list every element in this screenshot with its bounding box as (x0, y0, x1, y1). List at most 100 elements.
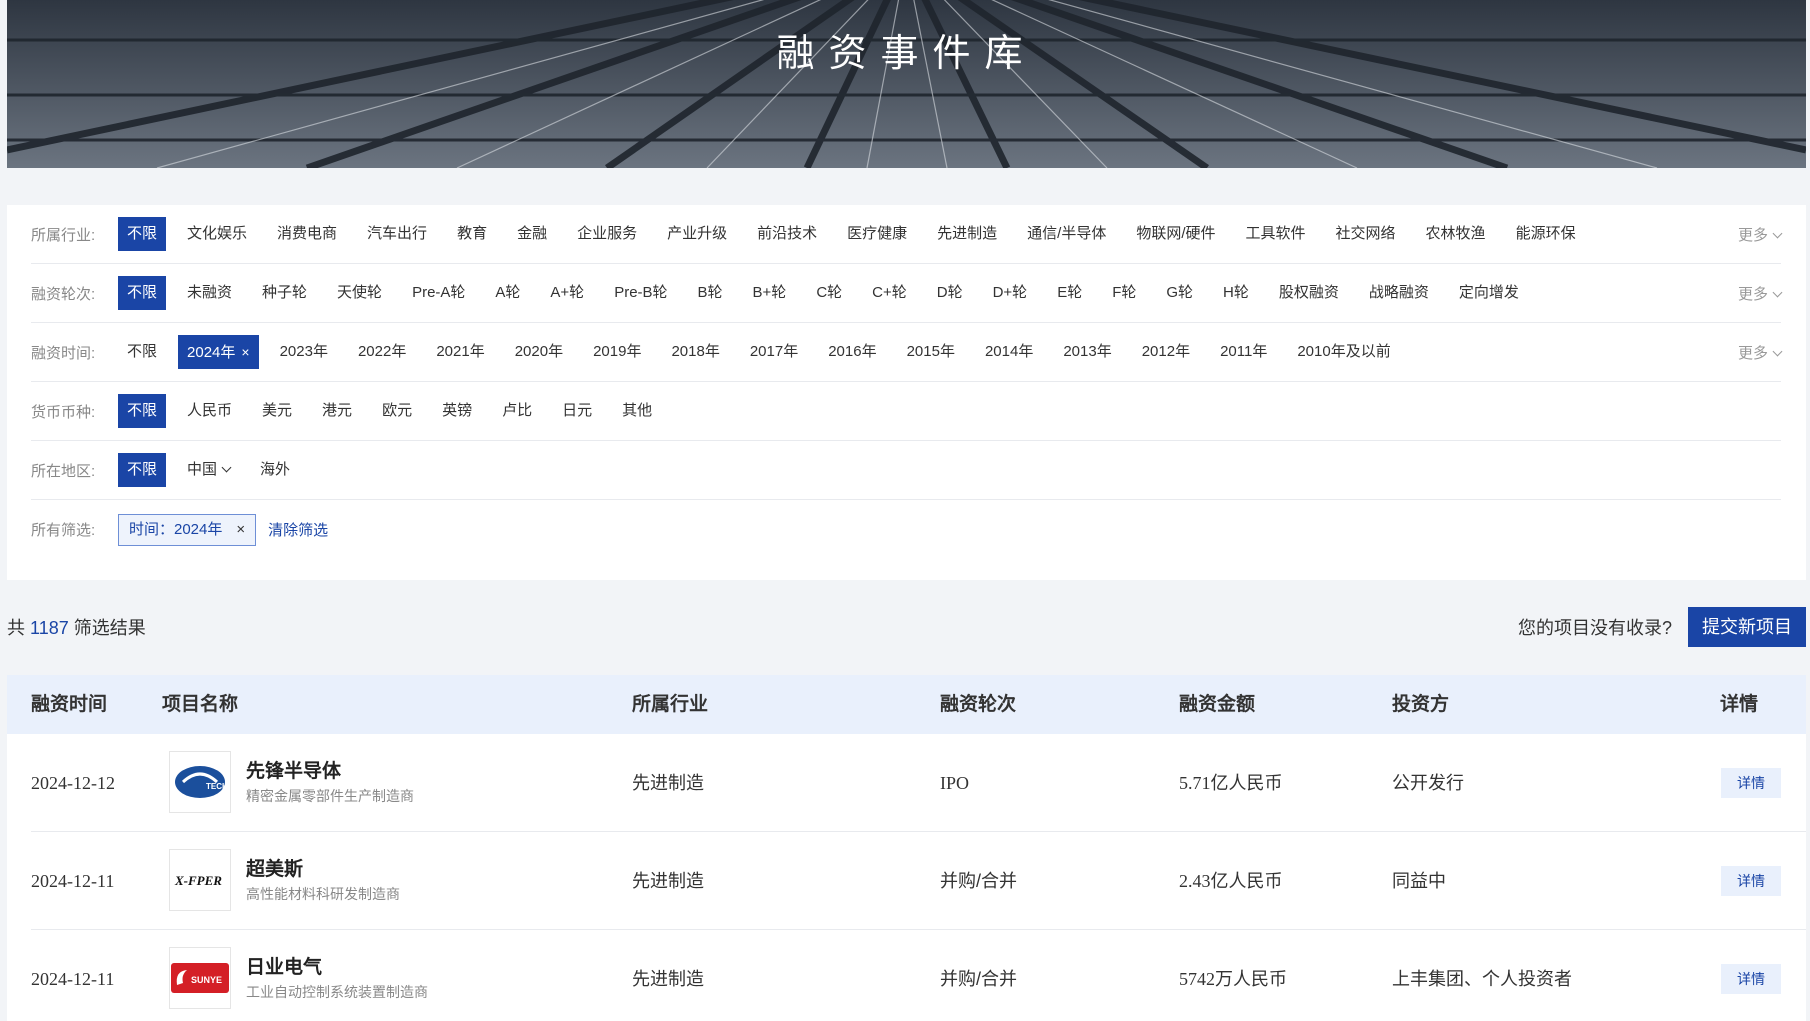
filter-option[interactable]: 2023年 (271, 335, 337, 369)
filter-option[interactable]: Pre-A轮 (403, 276, 474, 310)
filter-option[interactable]: 不限 (118, 335, 166, 369)
filter-option[interactable]: H轮 (1214, 276, 1258, 310)
more-toggle[interactable]: 更多 (1738, 224, 1783, 245)
filter-option[interactable]: 2017年 (741, 335, 807, 369)
filter-option[interactable]: 海外 (251, 453, 299, 487)
filter-option[interactable]: 2022年 (349, 335, 415, 369)
filter-option[interactable]: Pre-B轮 (605, 276, 676, 310)
filter-label: 所有筛选: (31, 522, 96, 539)
filter-option[interactable]: D+轮 (984, 276, 1037, 310)
chevron-down-icon (1772, 287, 1783, 297)
more-toggle[interactable]: 更多 (1738, 342, 1783, 363)
filter-option[interactable]: 通信/半导体 (1018, 217, 1115, 251)
filter-option[interactable]: 欧元 (373, 394, 421, 428)
filter-option[interactable]: 日元 (553, 394, 601, 428)
filter-option[interactable]: 2015年 (898, 335, 964, 369)
filter-option[interactable]: 企业服务 (568, 217, 646, 251)
funding-date: 2024-12-11 (31, 871, 115, 891)
filter-option[interactable]: 2013年 (1054, 335, 1120, 369)
detail-button[interactable]: 详情 (1721, 866, 1781, 896)
filter-option[interactable]: 前沿技术 (748, 217, 826, 251)
filter-option[interactable]: 人民币 (178, 394, 241, 428)
filter-option[interactable]: G轮 (1157, 276, 1202, 310)
filter-option[interactable]: 2012年 (1133, 335, 1199, 369)
filter-option[interactable]: 2010年及以前 (1288, 335, 1399, 369)
filter-options: 不限 未融资 种子轮 天使轮 Pre-A轮 A轮 A+轮 Pre-B轮 B轮 B+轮 C轮 C+轮 D轮… (118, 276, 1728, 310)
detail-button[interactable]: 详情 (1721, 964, 1781, 994)
page-title: 融资事件库 (776, 31, 1037, 75)
table-row[interactable]: 2024-12-11 SUNYE 日业电气 工业自动控制系统装置制造商 先进制造… (31, 930, 1806, 1021)
filter-option[interactable]: 英镑 (433, 394, 481, 428)
table-row[interactable]: 2024-12-12 TECH 先锋半导体 精密金属零部件生产制造商 先进制造 … (31, 734, 1806, 832)
filter-option[interactable]: 文化娱乐 (178, 217, 256, 251)
filter-option[interactable]: 医疗健康 (838, 217, 916, 251)
filter-option[interactable]: 港元 (313, 394, 361, 428)
filter-option[interactable]: B+轮 (744, 276, 796, 310)
filter-option[interactable]: 战略融资 (1360, 276, 1438, 310)
filter-option[interactable]: 农林牧渔 (1417, 217, 1495, 251)
filter-option[interactable]: 2011年 (1211, 335, 1276, 369)
filter-option[interactable]: 能源环保 (1507, 217, 1585, 251)
clear-filters-link[interactable]: 清除筛选 (268, 519, 328, 540)
filter-option[interactable]: 工具软件 (1237, 217, 1315, 251)
filter-option[interactable]: 先进制造 (928, 217, 1006, 251)
filter-option[interactable]: 2024年 × (178, 335, 259, 369)
project-description: 精密金属零部件生产制造商 (246, 788, 414, 804)
close-icon[interactable]: × (241, 344, 249, 360)
filter-option[interactable]: 天使轮 (328, 276, 391, 310)
filter-option[interactable]: 不限 (118, 394, 167, 428)
missing-project-prompt: 您的项目没有收录? (1517, 618, 1672, 638)
round-cell: 并购/合并 (940, 871, 1018, 891)
filter-option[interactable]: 金融 (508, 217, 556, 251)
filter-option[interactable]: D轮 (928, 276, 972, 310)
filter-option[interactable]: 2018年 (662, 335, 728, 369)
filter-option[interactable]: 汽车出行 (358, 217, 436, 251)
filter-option[interactable]: 不限 (118, 453, 167, 487)
filter-option[interactable]: 消费电商 (268, 217, 346, 251)
round-cell: 并购/合并 (940, 969, 1018, 989)
filter-label: 融资轮次: (31, 285, 96, 303)
filter-option[interactable]: 其他 (613, 394, 661, 428)
filter-option[interactable]: 社交网络 (1327, 217, 1405, 251)
filter-option[interactable]: 不限 (118, 217, 167, 251)
filter-option[interactable]: B轮 (689, 276, 732, 310)
filter-row-round: 融资轮次: 不限 未融资 种子轮 天使轮 Pre-A轮 A轮 A+轮 Pre-B轮 B轮 B+轮 C… (31, 264, 1783, 323)
filter-option[interactable]: 定向增发 (1450, 276, 1528, 310)
filter-option[interactable]: A+轮 (541, 276, 593, 310)
active-filter-chip[interactable]: 时间：2024年 × (118, 513, 257, 546)
filter-option[interactable]: 2020年 (506, 335, 572, 369)
project-name[interactable]: 先锋半导体 (246, 756, 341, 783)
filter-option[interactable]: F轮 (1103, 276, 1145, 310)
filter-row-all: 所有筛选: 时间：2024年 × 清除筛选 (31, 500, 1781, 559)
submit-project-button[interactable]: 提交新项目 (1688, 607, 1806, 647)
filter-option[interactable]: E轮 (1048, 276, 1091, 310)
filter-option[interactable]: A轮 (486, 276, 529, 310)
column-header: 投资方 (1392, 694, 1450, 715)
filter-option[interactable]: 教育 (448, 217, 496, 251)
table-row[interactable]: 2024-12-11 X-FPER 超美斯 高性能材料科研发制造商 先进制造 并… (31, 832, 1806, 930)
filter-option[interactable]: 中国 (178, 453, 239, 487)
filter-option[interactable]: 不限 (118, 276, 167, 310)
filter-option[interactable]: 2016年 (819, 335, 885, 369)
project-name[interactable]: 超美斯 (246, 854, 303, 881)
filter-option[interactable]: C+轮 (863, 276, 916, 310)
filter-option[interactable]: 物联网/硬件 (1127, 217, 1224, 251)
funding-date: 2024-12-11 (31, 969, 115, 989)
more-toggle[interactable]: 更多 (1738, 283, 1783, 304)
close-icon[interactable]: × (236, 515, 245, 545)
filter-option[interactable]: 未融资 (178, 276, 241, 310)
filter-options: 不限 中国 海外 (118, 453, 1781, 487)
filter-option[interactable]: C轮 (807, 276, 851, 310)
table-header: 融资时间 项目名称 所属行业 融资轮次 融资金额 投资方 详情 (7, 675, 1806, 734)
filter-option[interactable]: 2019年 (584, 335, 650, 369)
filter-option[interactable]: 2021年 (427, 335, 493, 369)
filter-option[interactable]: 美元 (253, 394, 301, 428)
filter-option[interactable]: 2014年 (976, 335, 1042, 369)
project-name[interactable]: 日业电气 (246, 952, 322, 979)
filter-option[interactable]: 股权融资 (1270, 276, 1348, 310)
filter-option[interactable]: 种子轮 (253, 276, 316, 310)
filter-option[interactable]: 卢比 (493, 394, 541, 428)
filter-option[interactable]: 产业升级 (658, 217, 736, 251)
filter-options: 不限 文化娱乐 消费电商 汽车出行 教育 金融 企业服务 产业升级 前沿技术 医疗健康 先进制造 通信… (118, 217, 1728, 251)
detail-button[interactable]: 详情 (1721, 768, 1781, 798)
